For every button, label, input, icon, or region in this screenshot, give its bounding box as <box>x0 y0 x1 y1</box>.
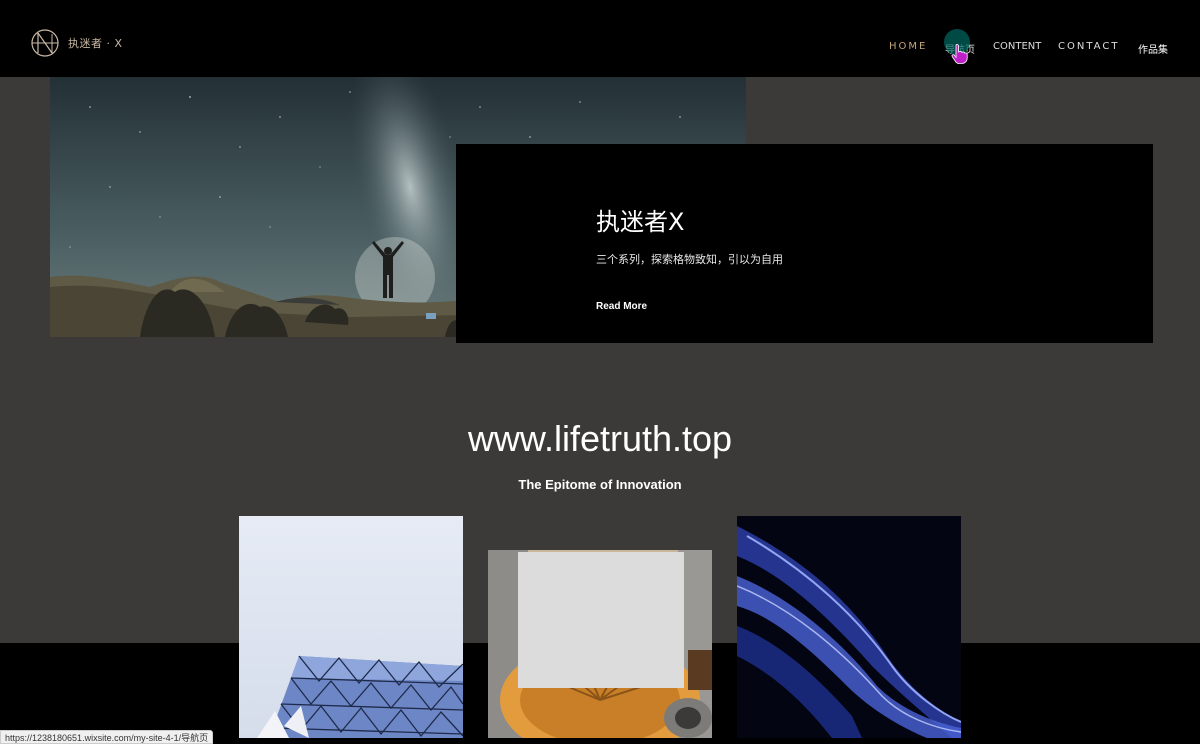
site-header: 执迷者 · X HOME 导航页 CONTENT CONTACT 作品集 <box>0 0 1200 77</box>
nav-works[interactable]: 作品集 <box>1138 41 1168 56</box>
hero-card: 执迷者X 三个系列，探索格物致知，引以为自用 Read More <box>456 144 1153 343</box>
gallery-card-architecture[interactable] <box>239 516 463 738</box>
site-url-heading: www.lifetruth.top <box>467 418 733 459</box>
nav-contact[interactable]: CONTACT <box>1058 41 1119 52</box>
logo-text: 执迷者 · X <box>68 37 123 50</box>
hand-pointer-cursor-icon <box>951 44 968 64</box>
logo[interactable]: 执迷者 · X <box>30 28 123 58</box>
read-more-link[interactable]: Read More <box>596 301 647 312</box>
logo-emblem-icon <box>31 29 59 57</box>
tagline: The Epitome of Innovation <box>518 477 682 492</box>
hero-subtitle: 三个系列，探索格物致知，引以为自用 <box>596 253 783 266</box>
status-bar-url: https://1238180651.wixsite.com/my-site-4… <box>0 730 214 744</box>
gallery-card-staircase[interactable] <box>488 550 712 738</box>
gallery-card-abstract-wave[interactable] <box>737 516 961 738</box>
hero-title: 执迷者X <box>596 208 685 236</box>
nav-home[interactable]: HOME <box>889 41 927 52</box>
nav-content[interactable]: CONTENT <box>993 41 1041 52</box>
